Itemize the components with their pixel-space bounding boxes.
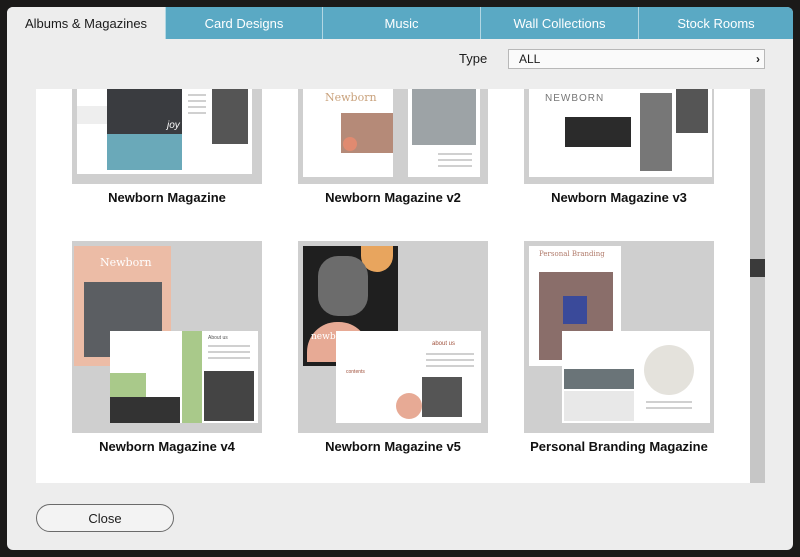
spread-page: [408, 89, 480, 177]
spread-page: [182, 89, 252, 174]
spread-page: About us: [110, 331, 258, 423]
template-thumbnail[interactable]: Personal Branding: [524, 241, 714, 433]
template-thumbnail[interactable]: joy: [72, 89, 262, 184]
tab-albums-magazines[interactable]: Albums & Magazines: [7, 7, 165, 39]
template-title: Newborn Magazine: [108, 190, 226, 205]
thumb-text-about-us: about us: [432, 341, 456, 347]
thumb-text-joy: joy: [167, 120, 180, 131]
type-filter-value: ALL: [519, 52, 541, 66]
close-button[interactable]: Close: [36, 504, 174, 532]
vertical-scrollbar[interactable]: [750, 89, 765, 483]
template-title: Newborn Magazine v5: [325, 439, 461, 454]
template-thumbnail[interactable]: Newborn About us: [72, 241, 262, 433]
tab-stock-rooms[interactable]: Stock Rooms: [638, 7, 793, 39]
template-dialog: Albums & Magazines Card Designs Music Wa…: [7, 7, 793, 550]
scrollbar-thumb[interactable]: [750, 259, 765, 277]
thumb-text-newborn-caps: NEWBORN: [545, 93, 605, 104]
chevron-right-icon: ›: [756, 52, 760, 66]
template-title: Personal Branding Magazine: [530, 439, 708, 454]
spread-page: Newborn: [303, 89, 393, 177]
template-thumbnail[interactable]: Newborn: [298, 89, 488, 184]
type-filter-label: Type: [459, 51, 488, 66]
tab-music[interactable]: Music: [322, 7, 480, 39]
spread-page: [562, 331, 710, 423]
spread-page: contents about us: [336, 331, 481, 423]
thumb-text-personal-branding: Personal Branding: [539, 250, 605, 258]
thumb-text-newborn: Newborn: [100, 256, 152, 269]
spread-page: NEWBORN: [529, 89, 634, 177]
type-filter-select[interactable]: ALL ›: [508, 49, 765, 69]
thumb-text-contents: contents: [346, 369, 365, 375]
template-thumbnail[interactable]: newborn contents about us: [298, 241, 488, 433]
tab-bar: Albums & Magazines Card Designs Music Wa…: [7, 7, 793, 39]
template-grid: joy Newborn Magazine Newborn Newborn Mag…: [36, 89, 750, 483]
thumb-text-about-us: About us: [208, 335, 228, 341]
tab-wall-collections[interactable]: Wall Collections: [480, 7, 638, 39]
template-title: Newborn Magazine v4: [99, 439, 235, 454]
template-title: Newborn Magazine v3: [551, 190, 687, 205]
thumb-text-newborn: Newborn: [325, 91, 377, 104]
spread-page: [634, 89, 712, 177]
template-thumbnail[interactable]: NEWBORN: [524, 89, 714, 184]
spread-page: joy: [77, 89, 187, 174]
tab-card-designs[interactable]: Card Designs: [165, 7, 322, 39]
template-title: Newborn Magazine v2: [325, 190, 461, 205]
